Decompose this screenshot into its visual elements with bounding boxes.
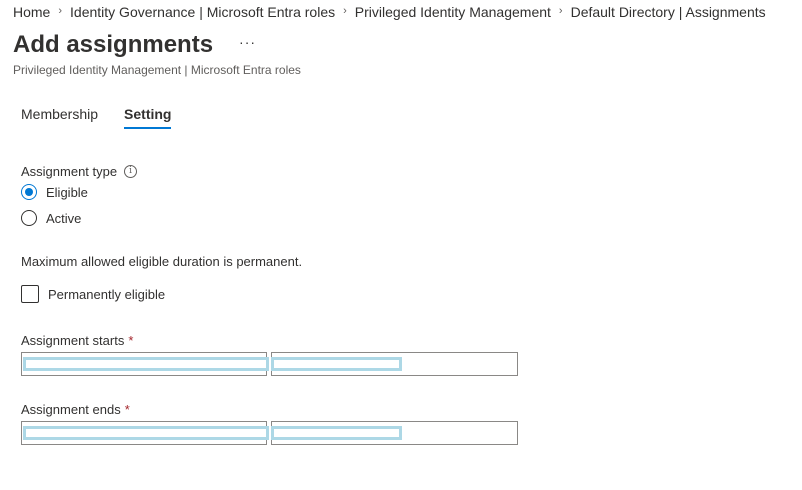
assignment-ends-inputs: [21, 421, 518, 445]
more-options-icon[interactable]: ···: [239, 34, 256, 50]
page-title: Add assignments: [13, 31, 214, 58]
permanently-eligible-label: Permanently eligible: [48, 286, 166, 302]
radio-eligible-label: Eligible: [46, 184, 88, 200]
assignment-starts-label-row: Assignment starts *: [21, 333, 133, 348]
tab-setting[interactable]: Setting: [124, 106, 172, 129]
radio-active-circle[interactable]: [21, 210, 37, 226]
tab-bar: Membership Setting: [21, 106, 197, 129]
radio-active-label: Active: [46, 210, 82, 226]
assignment-starts-inputs: [21, 352, 518, 376]
chevron-right-icon: ›: [343, 5, 347, 17]
tab-membership[interactable]: Membership: [21, 106, 98, 129]
chevron-right-icon: ›: [558, 5, 563, 17]
required-asterisk: *: [128, 333, 134, 348]
assignment-ends-date-input[interactable]: [21, 421, 267, 445]
info-icon[interactable]: i: [124, 165, 138, 178]
duration-message: Maximum allowed eligible duration is per…: [21, 254, 303, 269]
assignment-ends-time-input[interactable]: [271, 421, 518, 445]
permanently-eligible-checkbox[interactable]: [21, 285, 39, 303]
breadcrumb-identity-governance[interactable]: Identity Governance | Microsoft Entra ro…: [70, 4, 335, 20]
assignment-starts-time-input[interactable]: [271, 352, 518, 376]
assignment-ends-label-row: Assignment ends *: [21, 402, 130, 417]
breadcrumb-pim[interactable]: Privileged Identity Management: [355, 4, 551, 20]
radio-active[interactable]: Active: [21, 210, 81, 226]
title-row: Add assignments ···: [13, 31, 256, 59]
assignment-starts-label: Assignment starts: [21, 333, 125, 348]
assignment-type-label-row: Assignment type i: [21, 164, 138, 179]
chevron-right-icon: ›: [58, 5, 63, 17]
radio-eligible-circle[interactable]: [21, 184, 37, 200]
radio-selected-dot: [25, 188, 33, 196]
page-subtitle: Privileged Identity Management | Microso…: [13, 63, 301, 77]
breadcrumb: Home › Identity Governance | Microsoft E…: [13, 4, 766, 20]
required-asterisk: *: [124, 402, 130, 417]
assignment-type-label: Assignment type: [21, 164, 118, 179]
breadcrumb-home[interactable]: Home: [13, 4, 50, 20]
permanently-eligible-checkbox-row[interactable]: Permanently eligible: [21, 285, 165, 303]
breadcrumb-default-directory-assignments[interactable]: Default Directory | Assignments: [571, 4, 766, 20]
assignment-ends-label: Assignment ends: [21, 402, 121, 417]
radio-eligible[interactable]: Eligible: [21, 184, 88, 200]
assignment-starts-date-input[interactable]: [21, 352, 267, 376]
add-assignments-page: Home › Identity Governance | Microsoft E…: [0, 0, 802, 490]
